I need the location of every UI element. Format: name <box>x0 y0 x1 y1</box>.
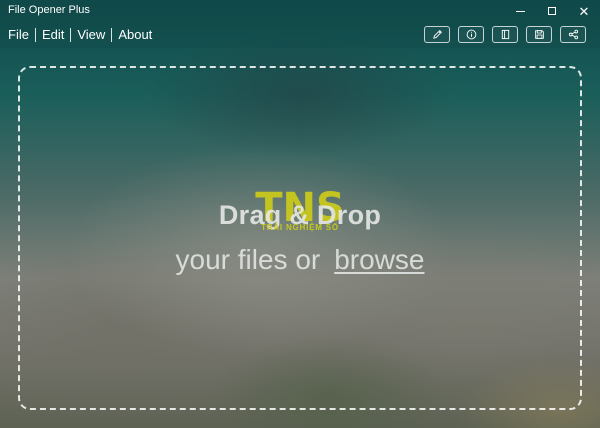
maximize-icon <box>548 7 556 15</box>
maximize-button[interactable] <box>536 0 568 22</box>
pencil-icon <box>432 30 442 39</box>
menu-item-file[interactable]: File <box>8 27 29 42</box>
menu-separator <box>111 27 113 42</box>
menu-item-view[interactable]: View <box>77 27 105 42</box>
title-bar: File Opener Plus ✕ <box>0 0 600 22</box>
app-title: File Opener Plus <box>8 4 90 16</box>
menu-separator <box>70 27 72 42</box>
edit-button[interactable] <box>424 26 450 43</box>
share-icon <box>568 29 578 40</box>
watermark-tagline: TRẢI NGHIỆM SỐ <box>261 223 339 232</box>
main-menu: File Edit View About <box>8 27 152 42</box>
drop-zone[interactable] <box>18 66 582 410</box>
save-button[interactable] <box>526 26 552 43</box>
close-icon: ✕ <box>578 3 590 19</box>
browse-link[interactable]: browse <box>334 244 424 275</box>
menu-separator <box>34 27 36 42</box>
drop-subtitle-text: your files or <box>175 244 321 275</box>
book-icon <box>501 29 509 40</box>
save-icon <box>534 30 544 39</box>
open-with-button[interactable] <box>492 26 518 43</box>
drop-subtitle: your files or browse <box>0 244 600 276</box>
close-button[interactable]: ✕ <box>568 0 600 22</box>
menu-item-edit[interactable]: Edit <box>42 27 64 42</box>
share-button[interactable] <box>560 26 586 43</box>
minimize-icon <box>515 10 525 12</box>
info-button[interactable] <box>458 26 484 43</box>
minimize-button[interactable] <box>504 0 536 22</box>
menu-item-about[interactable]: About <box>118 27 152 42</box>
info-icon <box>466 29 476 40</box>
